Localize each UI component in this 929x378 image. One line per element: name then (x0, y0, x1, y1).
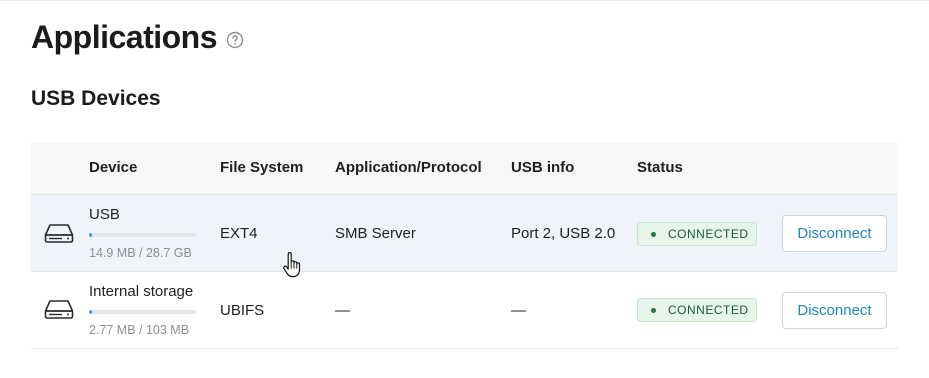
table-row[interactable]: Internal storage 2.77 MB / 103 MB UBIFS … (31, 272, 898, 349)
status-dot-icon (651, 307, 656, 313)
page: Applications USB Devices Device File Sys… (0, 0, 929, 378)
page-title: Applications (31, 19, 218, 55)
column-header-application-protocol: Application/Protocol (335, 159, 482, 176)
column-header-device: Device (89, 159, 138, 176)
usage-bar-fill (89, 233, 92, 237)
device-name: Internal storage (89, 283, 194, 300)
status-text: CONNECTED (668, 227, 749, 241)
page-title-row: Applications (31, 19, 244, 56)
usage-bar (89, 310, 196, 314)
table-header: Device File System Application/Protocol … (31, 142, 898, 195)
hard-drive-icon (44, 224, 74, 243)
usb-devices-table: Device File System Application/Protocol … (31, 142, 898, 349)
help-circle-icon[interactable] (226, 31, 244, 49)
file-system-cell: UBIFS (220, 302, 265, 319)
column-header-status: Status (637, 159, 683, 176)
disconnect-button[interactable]: Disconnect (782, 215, 887, 252)
file-system-cell: EXT4 (220, 225, 258, 242)
status-dot-icon (651, 231, 656, 237)
status-badge: CONNECTED (637, 298, 757, 322)
usb-info-cell: Port 2, USB 2.0 (511, 225, 616, 242)
column-header-file-system: File System (220, 159, 304, 176)
section-title: USB Devices (31, 87, 161, 110)
hand-pointer-icon (283, 252, 301, 278)
hard-drive-icon (44, 300, 74, 319)
usage-bar (89, 233, 196, 237)
usage-text: 2.77 MB / 103 MB (89, 323, 190, 337)
usage-bar-fill (89, 310, 92, 314)
status-badge: CONNECTED (637, 222, 757, 246)
device-name: USB (89, 206, 120, 223)
table-row[interactable]: USB 14.9 MB / 28.7 GB EXT4 SMB Server Po… (31, 195, 898, 272)
column-header-usb-info: USB info (511, 159, 575, 176)
disconnect-button[interactable]: Disconnect (782, 292, 887, 329)
status-text: CONNECTED (668, 303, 749, 317)
usage-text: 14.9 MB / 28.7 GB (89, 246, 192, 260)
protocol-cell: — (335, 302, 350, 319)
protocol-cell: SMB Server (335, 225, 416, 242)
usb-info-cell: — (511, 302, 526, 319)
